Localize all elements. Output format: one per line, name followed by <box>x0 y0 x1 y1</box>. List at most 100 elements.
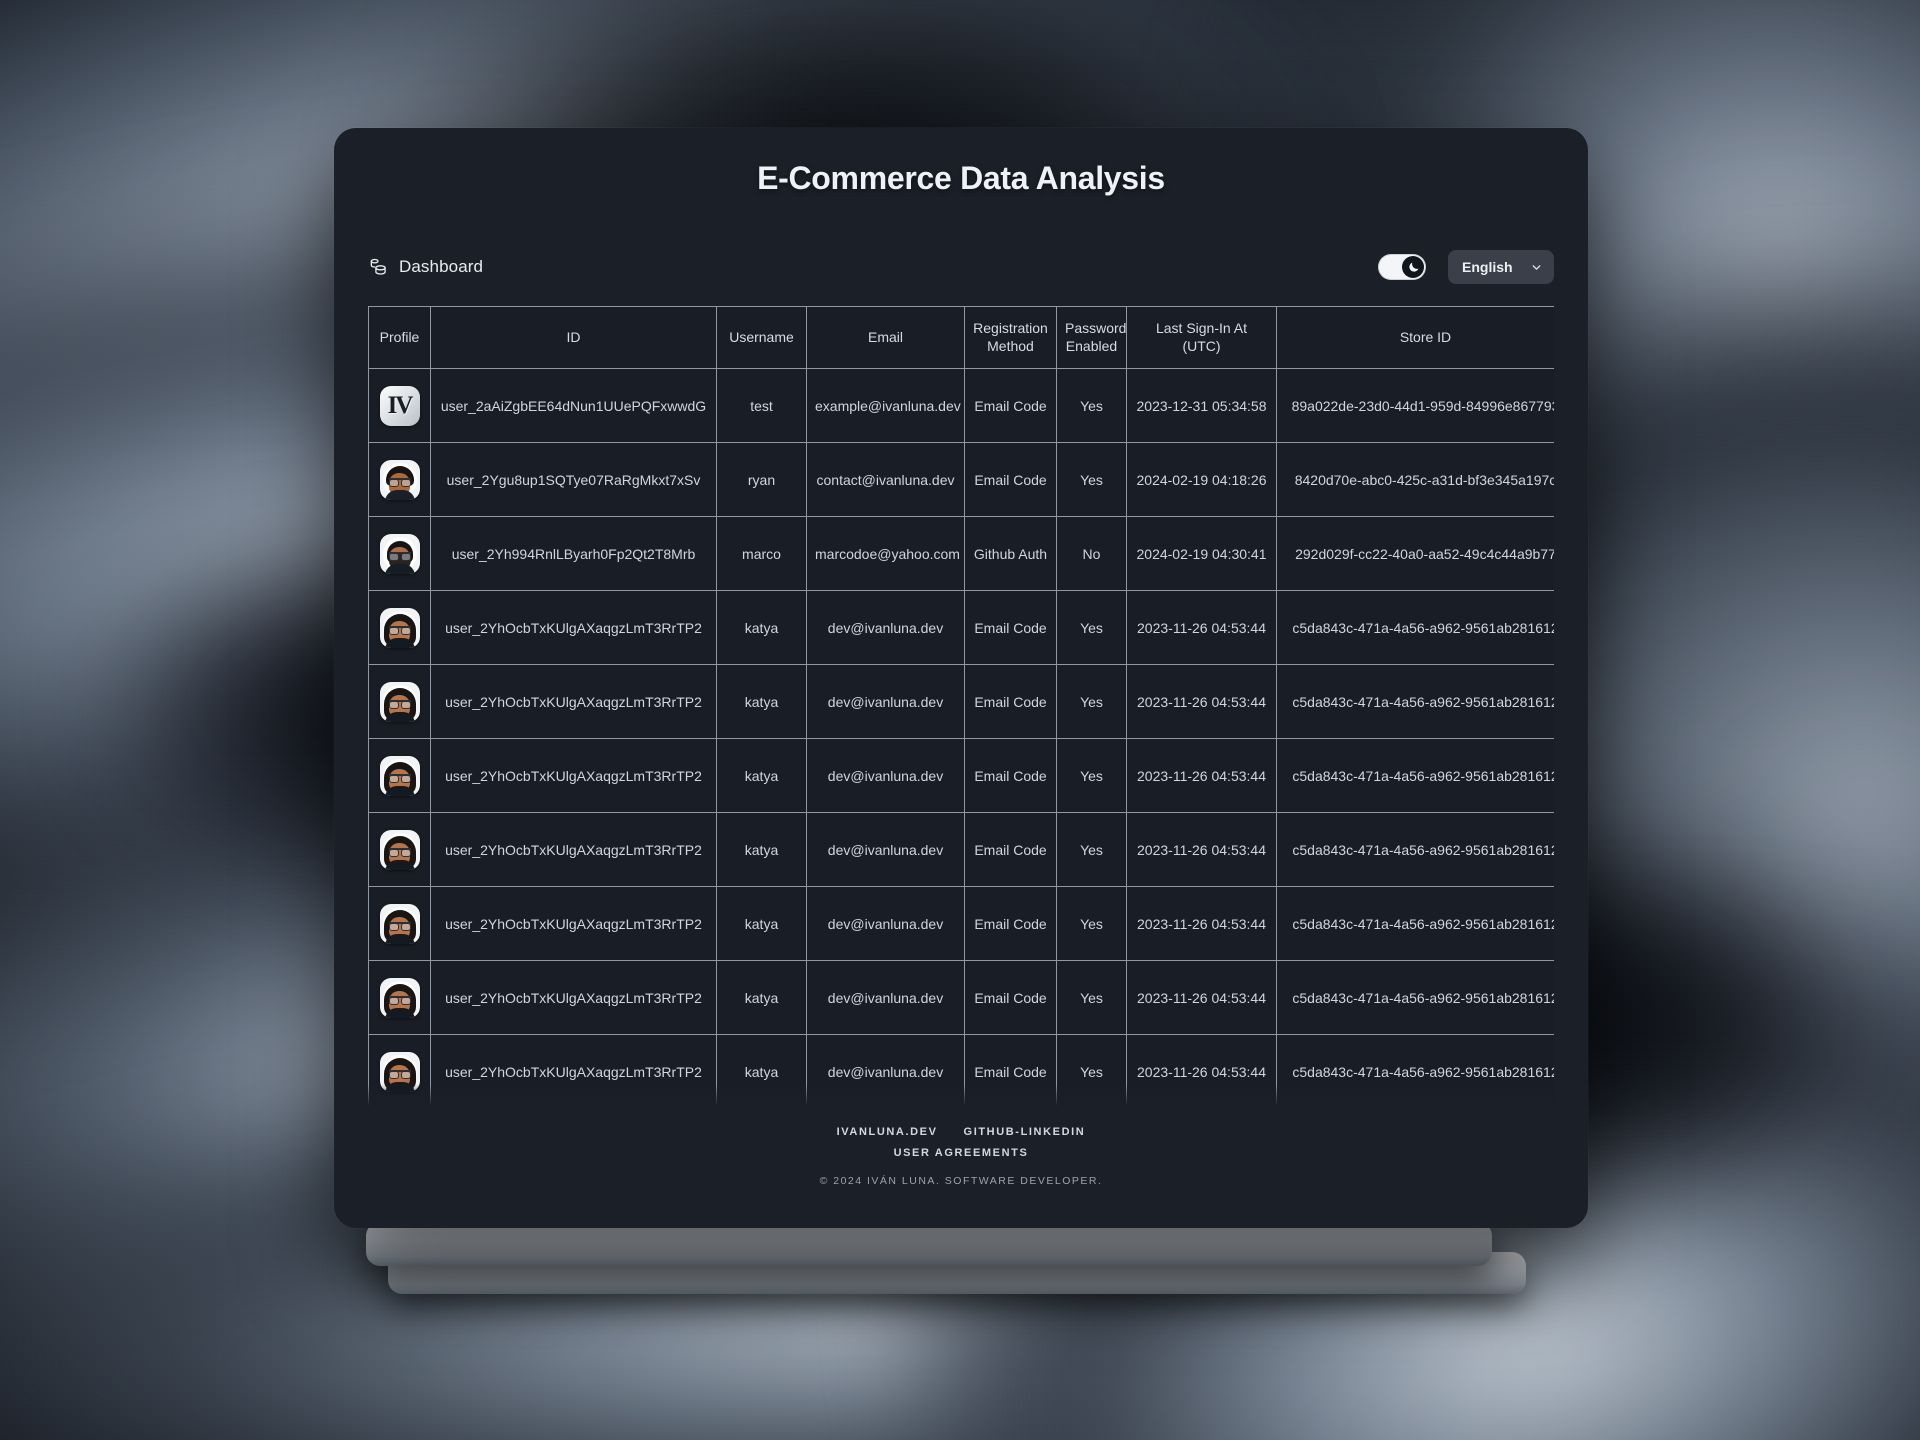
table-row[interactable]: user_2YhOcbTxKUlgAXaqgzLmT3RrTP2katyadev… <box>368 664 1554 739</box>
person-braids-avatar <box>379 977 420 1018</box>
table-header-row: Profile ID Username Email Registration M… <box>368 306 1554 369</box>
cell-email: dev@ivanluna.dev <box>806 886 965 961</box>
person-afro-glasses-avatar <box>379 459 420 500</box>
cell-email: dev@ivanluna.dev <box>806 590 965 665</box>
language-select[interactable]: English <box>1448 250 1554 284</box>
column-header-store-id[interactable]: Store ID <box>1276 306 1554 369</box>
cell-id: user_2aAiZgbEE64dNun1UUePQFxwwdG <box>430 368 717 443</box>
avatar-glasses <box>388 995 411 1005</box>
avatar-glasses <box>388 1069 411 1079</box>
cell-id: user_2YhOcbTxKUlgAXaqgzLmT3RrTP2 <box>430 738 717 813</box>
footer-copyright: © 2024 IVÁN LUNA. SOFTWARE DEVELOPER. <box>819 1175 1103 1187</box>
table-row[interactable]: user_2Ygu8up1SQTye07RaRgMkxt7xSv ryan cont… <box>368 442 1554 517</box>
cell-email: dev@ivanluna.dev <box>806 664 965 739</box>
person-braids-avatar <box>379 903 420 944</box>
table-row[interactable]: user_2Yh994RnlLByarh0Fp2Qt2T8Mrb marco mar… <box>368 516 1554 591</box>
cell-password-enabled: Yes <box>1056 812 1127 887</box>
cell-username: marco <box>716 516 807 591</box>
cell-password-enabled: Yes <box>1056 664 1127 739</box>
table-body: IV user_2aAiZgbEE64dNun1UUePQFxwwdG test ex… <box>368 368 1554 1110</box>
column-header-registration-method[interactable]: Registration Method <box>964 306 1057 369</box>
cell-profile <box>368 1034 431 1109</box>
cell-email: example@ivanluna.dev <box>806 368 965 443</box>
dashboard-nav-item[interactable]: Dashboard <box>368 257 483 277</box>
table-row[interactable]: user_2YhOcbTxKUlgAXaqgzLmT3RrTP2katyadev… <box>368 960 1554 1035</box>
table-row[interactable]: user_2YhOcbTxKUlgAXaqgzLmT3RrTP2katyadev… <box>368 590 1554 665</box>
cell-password-enabled: No <box>1056 516 1127 591</box>
avatar-glasses <box>388 847 411 857</box>
cell-id: user_2YhOcbTxKUlgAXaqgzLmT3RrTP2 <box>430 812 717 887</box>
table-row[interactable]: user_2YhOcbTxKUlgAXaqgzLmT3RrTP2katyadev… <box>368 1034 1554 1109</box>
monogram-iv-avatar: IV <box>379 385 420 426</box>
cell-username: katya <box>716 812 807 887</box>
table-row[interactable]: user_2YhOcbTxKUlgAXaqgzLmT3RrTP2katyadev… <box>368 812 1554 887</box>
cell-registration-method: Email Code <box>964 1034 1057 1109</box>
stacked-sheet-front <box>366 1222 1492 1266</box>
monogram-glyph: IV <box>387 391 414 419</box>
cell-store-id: c5da843c-471a-4a56-a962-9561ab281612 <box>1276 590 1554 665</box>
cell-id: user_2Ygu8up1SQTye07RaRgMkxt7xSv <box>430 442 717 517</box>
table-row[interactable]: user_2YhOcbTxKUlgAXaqgzLmT3RrTP2katyadev… <box>368 738 1554 813</box>
column-header-last-sign-in[interactable]: Last Sign-In At (UTC) <box>1126 306 1277 369</box>
cell-id: user_2YhOcbTxKUlgAXaqgzLmT3RrTP2 <box>430 960 717 1035</box>
theme-toggle-knob <box>1402 256 1424 278</box>
column-header-profile[interactable]: Profile <box>368 306 431 369</box>
cell-id: user_2YhOcbTxKUlgAXaqgzLmT3RrTP2 <box>430 886 717 961</box>
column-header-password-enabled[interactable]: Password Enabled <box>1056 306 1127 369</box>
cell-store-id: c5da843c-471a-4a56-a962-9561ab281612 <box>1276 812 1554 887</box>
cell-id: user_2YhOcbTxKUlgAXaqgzLmT3RrTP2 <box>430 664 717 739</box>
cell-id: user_2YhOcbTxKUlgAXaqgzLmT3RrTP2 <box>430 590 717 665</box>
cell-password-enabled: Yes <box>1056 442 1127 517</box>
footer-link-github-linkedin[interactable]: GITHUB-LINKEDIN <box>964 1126 1086 1138</box>
cell-email: dev@ivanluna.dev <box>806 1034 965 1109</box>
dashboard-nav-label: Dashboard <box>399 257 484 276</box>
footer-link-ivanluna-dev[interactable]: IVANLUNA.DEV <box>837 1126 938 1138</box>
cell-profile <box>368 664 431 739</box>
panel-header: E-Commerce Data Analysis <box>334 128 1588 228</box>
avatar-glasses <box>388 773 411 783</box>
cell-registration-method: Email Code <box>964 738 1057 813</box>
cell-email: dev@ivanluna.dev <box>806 738 965 813</box>
table-row[interactable]: IV user_2aAiZgbEE64dNun1UUePQFxwwdG test ex… <box>368 368 1554 443</box>
cell-last-sign-in: 2023-11-26 04:53:44 <box>1126 1034 1277 1109</box>
table-row[interactable]: user_2YhOcbTxKUlgAXaqgzLmT3RrTP2katyadev… <box>368 886 1554 961</box>
footer-link-user-agreements[interactable]: USER AGREEMENTS <box>894 1147 1029 1159</box>
chevron-down-icon <box>1530 261 1543 274</box>
person-braids-avatar <box>379 829 420 870</box>
table-scroll-container[interactable]: Profile ID Username Email Registration M… <box>368 306 1554 1110</box>
cell-username: katya <box>716 1034 807 1109</box>
cell-registration-method: Email Code <box>964 812 1057 887</box>
cell-registration-method: Email Code <box>964 442 1057 517</box>
cell-profile: IV <box>368 368 431 443</box>
cell-email: contact@ivanluna.dev <box>806 442 965 517</box>
cell-password-enabled: Yes <box>1056 886 1127 961</box>
cell-last-sign-in: 2023-11-26 04:53:44 <box>1126 812 1277 887</box>
cell-last-sign-in: 2023-11-26 04:53:44 <box>1126 960 1277 1035</box>
database-stack-icon <box>368 257 388 277</box>
column-header-username[interactable]: Username <box>716 306 807 369</box>
cell-store-id: c5da843c-471a-4a56-a962-9561ab281612 <box>1276 960 1554 1035</box>
avatar-glasses <box>388 551 411 561</box>
cell-store-id: 292d029f-cc22-40a0-aa52-49c4c44a9b77 <box>1276 516 1554 591</box>
app-window: E-Commerce Data Analysis Dashboard Engli… <box>334 128 1588 1228</box>
cell-store-id: c5da843c-471a-4a56-a962-9561ab281612 <box>1276 664 1554 739</box>
toolbar: Dashboard English <box>334 228 1588 306</box>
cell-store-id: c5da843c-471a-4a56-a962-9561ab281612 <box>1276 1034 1554 1109</box>
cell-registration-method: Email Code <box>964 368 1057 443</box>
cell-profile <box>368 590 431 665</box>
theme-toggle-switch[interactable] <box>1378 254 1426 280</box>
moon-icon <box>1407 261 1420 274</box>
column-header-email[interactable]: Email <box>806 306 965 369</box>
cell-profile <box>368 738 431 813</box>
cell-registration-method: Email Code <box>964 960 1057 1035</box>
cell-id: user_2YhOcbTxKUlgAXaqgzLmT3RrTP2 <box>430 1034 717 1109</box>
page-title: E-Commerce Data Analysis <box>757 159 1165 196</box>
cell-username: katya <box>716 886 807 961</box>
cell-email: dev@ivanluna.dev <box>806 960 965 1035</box>
cell-registration-method: Email Code <box>964 590 1057 665</box>
column-header-id[interactable]: ID <box>430 306 717 369</box>
person-braids-avatar <box>379 681 420 722</box>
cell-profile <box>368 442 431 517</box>
cell-last-sign-in: 2023-12-31 05:34:58 <box>1126 368 1277 443</box>
cell-username: katya <box>716 590 807 665</box>
